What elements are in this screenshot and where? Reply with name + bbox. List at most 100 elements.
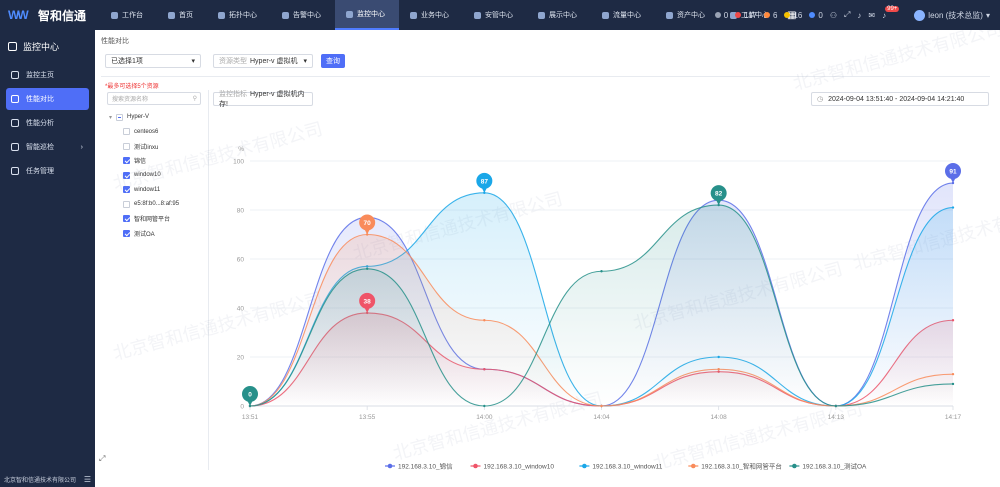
x-tick-label: 14:08 — [711, 414, 728, 421]
x-tick-label: 14:13 — [828, 414, 845, 421]
y-tick-label: 60 — [237, 257, 245, 264]
nav-icon — [666, 11, 673, 19]
legend-item[interactable]: 192.168.3.10_锦信 — [398, 462, 453, 471]
nav-icon — [282, 11, 289, 19]
alert-count-0[interactable]: 0 — [714, 11, 728, 20]
legend-swatch — [473, 463, 478, 469]
sidebar-item-1[interactable]: 性能对比 — [6, 88, 89, 110]
task-icon — [11, 167, 19, 175]
marker-label: 87 — [481, 178, 489, 185]
alert-count-4[interactable]: 0 — [809, 11, 823, 20]
nav-item-9[interactable]: 资产中心 — [655, 0, 719, 30]
menu-collapse-icon[interactable]: ☰ — [84, 475, 91, 484]
y-tick-label: 0 — [240, 404, 244, 411]
data-point — [365, 267, 369, 270]
marker-label: 38 — [364, 298, 372, 305]
nav-item-5[interactable]: 业务中心 — [399, 0, 463, 30]
y-axis-label: % — [238, 146, 244, 153]
legend-item[interactable]: 192.168.3.10_window11 — [592, 464, 662, 471]
y-tick-label: 80 — [237, 208, 245, 215]
data-point — [834, 404, 838, 408]
line-chart: 北京智和信通技术有限公司北京智和信通技术有限公司北京智和信通技术有限公司 北京智和… — [111, 30, 1000, 474]
nav-icon — [111, 11, 118, 19]
main-nav: 工作台 首页 拓扑中心 告警中心 监控中心 业务中心 安管中心 展示中心 流量中心 资产中心 工单中… — [100, 0, 783, 30]
logo-mark-icon: WW — [8, 8, 29, 22]
marker-label: 0 — [248, 392, 252, 399]
legend-item[interactable]: 192.168.3.10_window10 — [484, 464, 555, 471]
avatar — [914, 9, 926, 21]
data-point — [951, 206, 955, 209]
shirt-icon[interactable]: ⚇ — [830, 11, 837, 20]
alert-count-3[interactable]: 16 — [784, 11, 802, 20]
nav-item-0[interactable]: 工作台 — [100, 0, 157, 30]
monitor-center-icon — [8, 41, 17, 51]
x-tick-label: 14:17 — [945, 414, 962, 421]
watermark: 北京智和信通技术有限公司 — [111, 289, 325, 364]
alert-count-1[interactable]: 117 — [735, 11, 757, 20]
company-name: 北京智和信通技术有限公司 — [4, 477, 77, 484]
marker-label: 82 — [715, 191, 723, 198]
legend-swatch — [582, 463, 587, 469]
sidebar-item-4[interactable]: 任务管理 — [6, 160, 89, 182]
bell-icon[interactable]: ♪ — [882, 11, 886, 20]
brand-name: 智和信通 — [38, 8, 87, 23]
x-tick-label: 14:00 — [476, 414, 493, 421]
nav-icon — [346, 10, 353, 18]
legend-swatch — [387, 463, 393, 469]
sidebar-menu: 监控主页 性能对比 性能分析 智能巡检 › 任务管理 — [0, 64, 95, 182]
sidebar-title: 监控中心 — [0, 30, 95, 62]
nav-item-2[interactable]: 拓扑中心 — [207, 0, 271, 30]
nav-item-3[interactable]: 告警中心 — [271, 0, 335, 30]
sidebar: 监控中心 监控主页 性能对比 性能分析 智能巡检 › 任务管理 北京智和信通技术有限公司 … — [0, 30, 95, 487]
nav-icon — [538, 11, 545, 19]
y-tick-label: 20 — [237, 355, 245, 362]
nav-icon — [602, 11, 609, 19]
nav-icon — [218, 11, 225, 19]
nav-icon — [168, 11, 175, 19]
watermark: 北京智和信通技术有限公司 — [791, 30, 1000, 94]
alert-level-icon — [784, 12, 791, 18]
y-tick-label: 100 — [233, 159, 244, 166]
nav-item-8[interactable]: 流量中心 — [591, 0, 655, 30]
alert-level-icon — [809, 12, 816, 18]
notification-badge: 99+ — [885, 6, 900, 12]
alert-level-icon — [714, 12, 721, 18]
data-point — [951, 372, 955, 376]
marker-label: 91 — [949, 169, 957, 176]
data-point — [483, 404, 486, 408]
nav-icon — [474, 11, 481, 19]
legend-swatch — [691, 463, 696, 469]
data-point — [951, 382, 955, 386]
data-point — [600, 270, 603, 273]
x-tick-label: 13:51 — [242, 414, 259, 421]
analysis-icon — [11, 119, 19, 127]
expand-icon[interactable]: ⤢ — [844, 10, 850, 20]
legend-item[interactable]: 192.168.3.10_测试OA — [802, 462, 867, 471]
x-tick-label: 14:04 — [593, 414, 610, 421]
nav-item-4[interactable]: 监控中心 — [335, 0, 399, 30]
alert-count-2[interactable]: 6 — [764, 11, 777, 20]
status-area: 0 117 6 16 0 ⚇ ⤢ ♪ ✉ ♪ 99+ leon (技术总监) ▾ — [714, 0, 1000, 30]
legend-swatch — [792, 463, 797, 469]
user-menu[interactable]: leon (技术总监) ▾ — [914, 9, 990, 21]
nav-item-1[interactable]: 首页 — [157, 0, 207, 30]
sidebar-item-0[interactable]: 监控主页 — [6, 64, 89, 86]
watermark: 北京智和信通技术有限公司 — [111, 119, 325, 194]
marker-label: 70 — [364, 220, 372, 227]
mail-icon[interactable]: ✉ — [868, 11, 875, 20]
alert-level-icon — [764, 12, 771, 18]
legend-item[interactable]: 192.168.3.10_智和网管平台 — [701, 462, 782, 471]
brand-logo[interactable]: WW 智和信通 — [0, 0, 100, 30]
sidebar-item-2[interactable]: 性能分析 — [6, 112, 89, 134]
chevron-down-icon: ▾ — [985, 10, 990, 20]
nav-item-7[interactable]: 展示中心 — [527, 0, 591, 30]
nav-icon — [410, 11, 417, 19]
volume-icon[interactable]: ♪ — [857, 11, 861, 20]
compare-icon — [11, 95, 19, 103]
nav-item-6[interactable]: 安管中心 — [463, 0, 527, 30]
chevron-right-icon: › — [80, 143, 83, 151]
sidebar-item-3[interactable]: 智能巡检 › — [6, 136, 89, 158]
home-icon — [11, 71, 19, 79]
y-tick-label: 40 — [237, 306, 245, 313]
sidebar-footer: 北京智和信通技术有限公司 ☰ — [0, 471, 95, 487]
